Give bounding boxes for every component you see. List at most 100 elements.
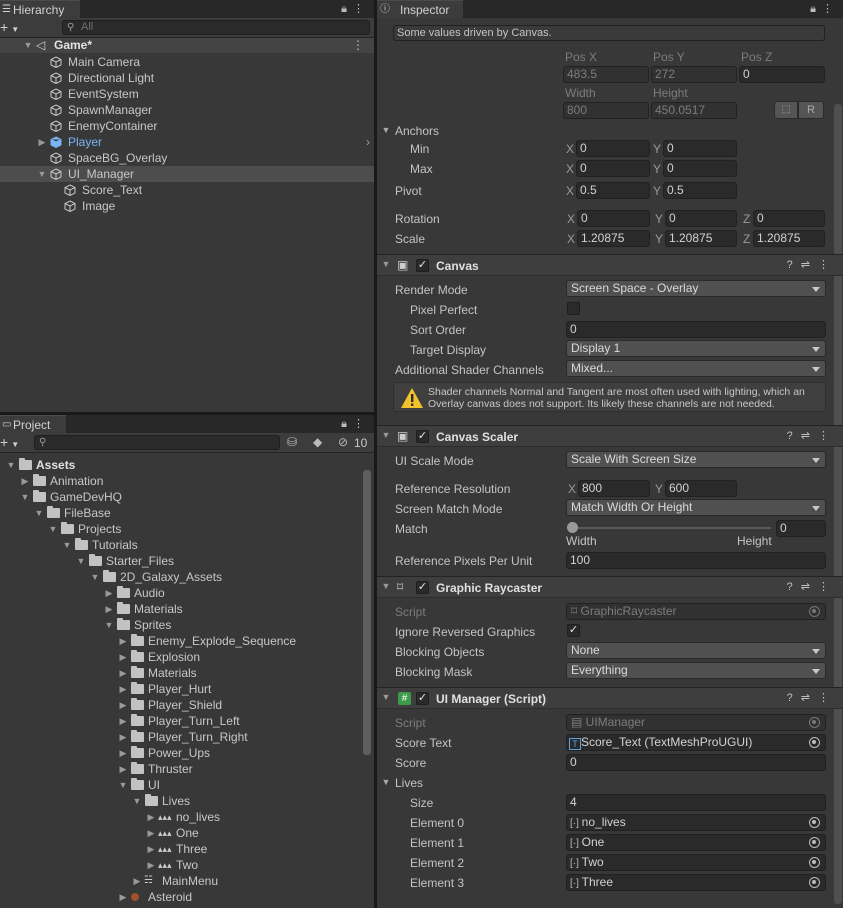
- fold-arrow-icon[interactable]: ▶: [118, 713, 128, 729]
- inspector-scrollbar[interactable]: [834, 104, 842, 904]
- fold-arrow-icon[interactable]: ▶: [146, 809, 156, 825]
- lock-icon[interactable]: 🔒︎: [341, 418, 353, 430]
- canvas-component-header[interactable]: ▼ ▣ ✓ Canvas ?⇌⋮: [377, 254, 843, 276]
- raw-edit-button[interactable]: R: [798, 101, 824, 119]
- add-dropdown[interactable]: + ▼: [0, 19, 19, 38]
- fold-arrow-icon[interactable]: ▼: [381, 692, 391, 702]
- fold-arrow-icon[interactable]: ▼: [34, 505, 44, 521]
- target-display-dropdown[interactable]: Display 1: [566, 340, 826, 357]
- more-icon[interactable]: ⋮: [353, 418, 370, 430]
- help-icon[interactable]: ?: [787, 430, 801, 442]
- screen-match-mode-dropdown[interactable]: Match Width Or Height: [566, 499, 826, 516]
- component-header-icons[interactable]: ?⇌⋮: [787, 691, 837, 704]
- fold-arrow-icon[interactable]: ▶: [146, 857, 156, 873]
- fold-arrow-icon[interactable]: ▶: [118, 889, 128, 905]
- hierarchy-item[interactable]: ▼ UI_Manager: [0, 166, 374, 182]
- lock-icon[interactable]: 🔒︎: [341, 3, 353, 15]
- match-value-field[interactable]: 0: [776, 520, 826, 537]
- fold-arrow-icon[interactable]: ▶: [104, 601, 114, 617]
- fold-arrow-icon[interactable]: ▶: [118, 681, 128, 697]
- presets-icon[interactable]: ⇌: [801, 259, 818, 271]
- project-tree-item[interactable]: ▼ Tutorials: [0, 537, 374, 553]
- rotation-z-field[interactable]: 0: [753, 210, 825, 227]
- hidden-packages-icon[interactable]: ⊘: [338, 435, 348, 449]
- help-icon[interactable]: ?: [787, 259, 801, 271]
- hierarchy-item[interactable]: ▶ › Player: [0, 134, 374, 150]
- ui-scale-mode-dropdown[interactable]: Scale With Screen Size: [566, 451, 826, 468]
- object-picker-icon[interactable]: [809, 837, 820, 848]
- project-tree-item[interactable]: ▶ Enemy_Explode_Sequence: [0, 633, 374, 649]
- component-header-icons[interactable]: ?⇌⋮: [787, 429, 837, 442]
- scale-z-field[interactable]: 1.20875: [753, 230, 825, 247]
- fold-arrow-icon[interactable]: ▼: [381, 581, 391, 591]
- fold-arrow-icon[interactable]: ▼: [381, 430, 391, 440]
- fold-arrow-icon[interactable]: ▶: [118, 649, 128, 665]
- project-tab[interactable]: ▭ Project: [0, 415, 66, 433]
- canvas-enabled-checkbox[interactable]: ✓: [416, 259, 429, 272]
- fold-arrow-icon[interactable]: ▼: [104, 617, 114, 633]
- help-icon[interactable]: ?: [787, 581, 801, 593]
- fold-arrow-icon[interactable]: ▼: [90, 569, 100, 585]
- ref-resolution-x-field[interactable]: 800: [578, 480, 650, 497]
- project-tree-item[interactable]: ▶ Audio: [0, 585, 374, 601]
- object-picker-icon[interactable]: [809, 817, 820, 828]
- project-tree-item[interactable]: ▼ Lives: [0, 793, 374, 809]
- chevron-right-icon[interactable]: ›: [366, 134, 370, 150]
- rotation-x-field[interactable]: 0: [577, 210, 650, 227]
- fold-arrow-icon[interactable]: ▼: [132, 793, 142, 809]
- fold-arrow-icon[interactable]: ▶: [118, 729, 128, 745]
- render-mode-dropdown[interactable]: Screen Space - Overlay: [566, 280, 826, 297]
- project-tree-item[interactable]: ▼ Starter_Files: [0, 553, 374, 569]
- more-icon[interactable]: ⋮: [818, 430, 837, 442]
- project-tree-item[interactable]: ▶ Asteroid: [0, 889, 374, 905]
- project-tree-item[interactable]: ▶ ▴▴▴ Two: [0, 857, 374, 873]
- fold-arrow-icon[interactable]: ▼: [6, 457, 16, 473]
- project-tree-item[interactable]: ▶ ▴▴▴ Three: [0, 841, 374, 857]
- lives-element-field[interactable]: [·] Two: [566, 854, 826, 871]
- hierarchy-item[interactable]: EventSystem: [0, 86, 374, 102]
- lives-fold-icon[interactable]: ▼: [381, 777, 391, 787]
- presets-icon[interactable]: ⇌: [801, 692, 818, 704]
- fold-arrow-icon[interactable]: ▶: [104, 585, 114, 601]
- fold-arrow-icon[interactable]: ▶: [20, 473, 30, 489]
- filter-by-type-icon[interactable]: ⛁: [287, 435, 297, 449]
- fold-arrow-icon[interactable]: ▶: [118, 745, 128, 761]
- project-tree-item[interactable]: ▶ Player_Turn_Left: [0, 713, 374, 729]
- project-tree-item[interactable]: ▶ Materials: [0, 665, 374, 681]
- inspector-tab[interactable]: ⓘ Inspector: [377, 0, 463, 18]
- pivot-x-field[interactable]: 0.5: [576, 182, 650, 199]
- fold-arrow-icon[interactable]: ▶: [146, 841, 156, 857]
- fold-arrow-icon[interactable]: ▶: [146, 825, 156, 841]
- match-slider-track[interactable]: [571, 527, 771, 529]
- project-tree-item[interactable]: ▶ Thruster: [0, 761, 374, 777]
- more-icon[interactable]: ⋮: [822, 3, 839, 15]
- ui-manager-header[interactable]: ▼ # ✓ UI Manager (Script) ?⇌⋮: [377, 687, 843, 709]
- fold-arrow-icon[interactable]: ▼: [381, 259, 391, 269]
- ref-pixels-per-unit-field[interactable]: 100: [566, 552, 826, 569]
- blocking-objects-dropdown[interactable]: None: [566, 642, 826, 659]
- inspector-tab-controls[interactable]: 🔒︎⋮: [810, 0, 839, 18]
- project-tree-item[interactable]: ▶ Animation: [0, 473, 374, 489]
- fold-arrow-icon[interactable]: ▼: [118, 777, 128, 793]
- match-slider-handle[interactable]: [567, 522, 578, 533]
- project-tree-item[interactable]: ▼ Projects: [0, 521, 374, 537]
- fold-arrow-icon[interactable]: ▶: [37, 134, 47, 150]
- project-tree-item[interactable]: ▼ 2D_Galaxy_Assets: [0, 569, 374, 585]
- create-dropdown[interactable]: + ▼: [0, 434, 19, 453]
- canvas-scaler-enabled-checkbox[interactable]: ✓: [416, 430, 429, 443]
- shader-channels-dropdown[interactable]: Mixed...: [566, 360, 826, 377]
- rotation-y-field[interactable]: 0: [665, 210, 737, 227]
- anchors-fold-icon[interactable]: ▼: [381, 125, 391, 135]
- pixel-perfect-checkbox[interactable]: [567, 302, 580, 315]
- lock-icon[interactable]: 🔒︎: [810, 3, 822, 15]
- fold-arrow-icon[interactable]: ▼: [76, 553, 86, 569]
- pos-z-field[interactable]: 0: [739, 66, 825, 83]
- anchor-max-x-field[interactable]: 0: [576, 160, 650, 177]
- presets-icon[interactable]: ⇌: [801, 581, 818, 593]
- lives-size-field[interactable]: 4: [566, 794, 826, 811]
- project-tree-item[interactable]: ▶ Player_Shield: [0, 697, 374, 713]
- scale-y-field[interactable]: 1.20875: [665, 230, 737, 247]
- more-icon[interactable]: ⋮: [818, 259, 837, 271]
- project-tree-item[interactable]: ▶ Player_Hurt: [0, 681, 374, 697]
- more-icon[interactable]: ⋮: [353, 3, 370, 15]
